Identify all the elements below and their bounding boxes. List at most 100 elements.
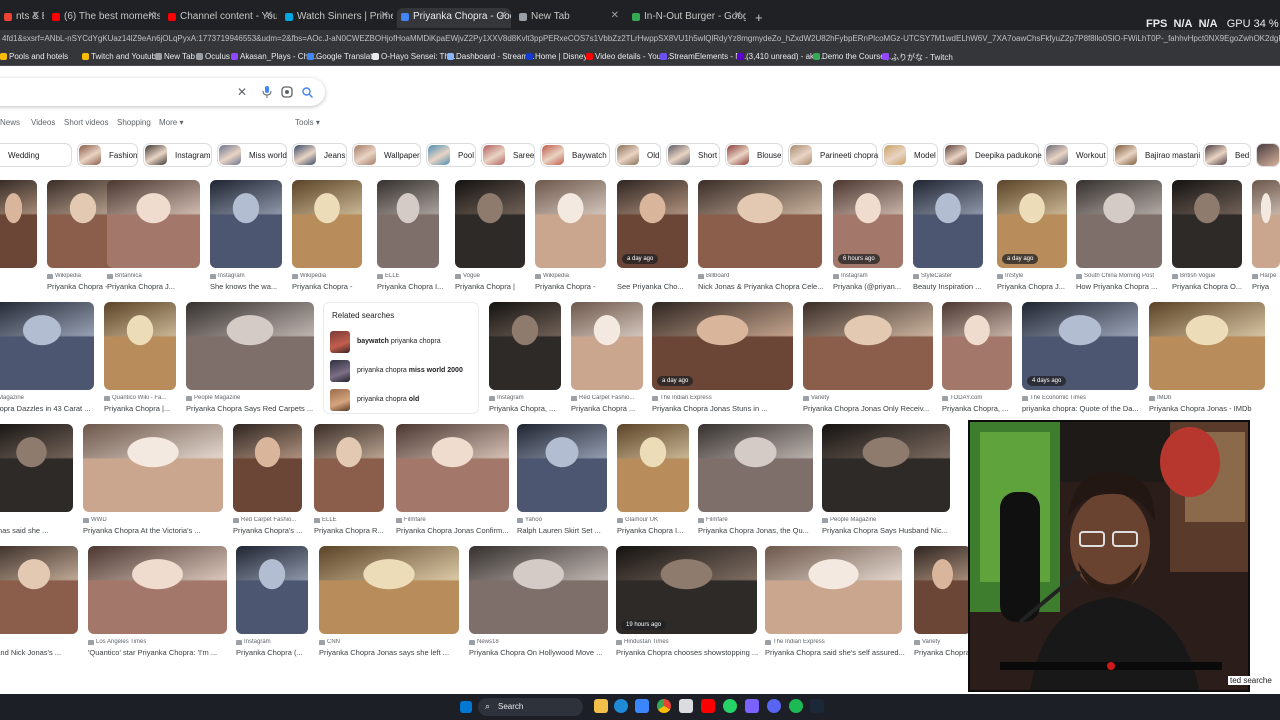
image-result[interactable]: Red Carpet Fashio... Priyanka Chopra ... xyxy=(571,302,643,413)
new-tab-button[interactable]: + xyxy=(755,10,763,25)
refinement-chip[interactable]: Baywatch xyxy=(540,143,610,167)
result-thumbnail[interactable] xyxy=(517,424,607,512)
result-source[interactable]: CNN xyxy=(319,639,459,645)
edge-icon[interactable] xyxy=(614,699,628,713)
result-source[interactable]: Variety xyxy=(914,639,971,645)
image-result[interactable]: Harpe Priya xyxy=(1252,180,1280,291)
result-thumbnail[interactable] xyxy=(1149,302,1265,390)
result-title[interactable]: How Priyanka Chopra ... xyxy=(1076,282,1168,291)
close-tab-icon[interactable]: ✕ xyxy=(381,10,389,21)
search-icon[interactable] xyxy=(299,84,315,100)
refinement-chip[interactable]: Bajirao mastani xyxy=(1113,143,1200,167)
result-source[interactable]: Glamour UK xyxy=(617,517,689,523)
close-tab-icon[interactable]: ✕ xyxy=(611,10,619,21)
result-source[interactable]: IMDb xyxy=(1149,395,1265,401)
image-result[interactable]: Billboard Nick Jonas & Priyanka Chopra Ce… xyxy=(698,180,823,291)
store-icon[interactable] xyxy=(635,699,649,713)
result-title[interactable]: Priyanka Chopra - xyxy=(292,282,368,291)
refinement-chip[interactable]: Bed xyxy=(1203,143,1251,167)
image-result[interactable]: Los Angeles Times 'Quantico' star Priyank… xyxy=(88,546,227,657)
image-result[interactable]: Jonas said she ... xyxy=(0,424,73,535)
result-source[interactable]: People Magazine xyxy=(822,517,950,523)
result-thumbnail[interactable] xyxy=(88,546,227,634)
windows-start-icon[interactable] xyxy=(460,701,472,713)
bookmark-item[interactable]: StreamElements - M... xyxy=(660,52,749,61)
result-title[interactable]: Priyanka (@priyan... xyxy=(833,282,909,291)
search-filter-tab[interactable]: Shopping xyxy=(117,118,151,127)
related-search-item[interactable]: priyanka chopra old xyxy=(330,389,474,411)
address-bar[interactable]: 4fd1&sxsrf=ANbL-nSYCdYgKUaz14lZ9eAn6jOLq… xyxy=(0,30,1280,48)
result-title[interactable]: Priyanka Chopra I... xyxy=(617,526,695,535)
result-source[interactable]: Magazine xyxy=(0,395,94,401)
result-thumbnail[interactable] xyxy=(0,546,78,634)
refinement-chip[interactable]: Deepika padukone xyxy=(943,143,1042,167)
image-result[interactable]: a day ago InStyle Priyanka Chopra J... xyxy=(997,180,1067,291)
result-source[interactable]: Instagram xyxy=(236,639,308,645)
result-title[interactable]: She knows the wa... xyxy=(210,282,288,291)
app-green-icon[interactable] xyxy=(723,699,737,713)
browser-tab[interactable]: (6) The best moments from the✕ xyxy=(48,8,160,28)
image-result[interactable]: Yahoo Ralph Lauren Skirt Set ... xyxy=(517,424,607,535)
result-thumbnail[interactable] xyxy=(233,424,302,512)
image-result[interactable]: People Magazine Priyanka Chopra Says Husb… xyxy=(822,424,950,535)
close-tab-icon[interactable]: ✕ xyxy=(148,10,156,21)
image-result[interactable] xyxy=(0,180,37,290)
result-source[interactable]: Yahoo xyxy=(517,517,607,523)
result-source[interactable]: Harpe xyxy=(1252,273,1280,279)
result-title[interactable]: Priyanka Chopra On Hollywood Move ... xyxy=(469,648,614,657)
result-title[interactable]: priyanka chopra: Quote of the Da... xyxy=(1022,404,1144,413)
refinement-chip[interactable]: Instagram xyxy=(143,143,212,167)
browser-tab[interactable]: New Tab ✕ xyxy=(515,8,623,28)
chrome-icon[interactable] xyxy=(657,699,671,713)
result-source[interactable]: Quantico Wiki - Fa... xyxy=(104,395,176,401)
result-thumbnail[interactable] xyxy=(698,180,822,268)
result-title[interactable]: Priyanka Chopra's ... xyxy=(233,526,308,535)
result-title[interactable]: Priyanka Chopra chooses showstopping ... xyxy=(616,648,763,657)
result-thumbnail[interactable] xyxy=(0,424,73,512)
result-source[interactable]: Red Carpet Fashio... xyxy=(571,395,643,401)
refinement-chip[interactable]: Pool xyxy=(426,143,476,167)
result-thumbnail[interactable]: 4 days ago xyxy=(1022,302,1138,390)
result-thumbnail[interactable] xyxy=(377,180,439,268)
browser-tab[interactable]: Channel content - YouTube Stu✕ xyxy=(164,8,277,28)
bookmark-item[interactable]: New Tab xyxy=(155,52,195,61)
result-title[interactable]: Beauty Inspiration ... xyxy=(913,282,989,291)
result-source[interactable]: Los Angeles Times xyxy=(88,639,227,645)
image-result[interactable]: Wikipedia Priyanka Chopra - xyxy=(535,180,606,291)
result-title[interactable]: Priya xyxy=(1252,282,1280,291)
result-title[interactable]: Nick Jonas & Priyanka Chopra Cele... xyxy=(698,282,828,291)
result-source[interactable]: Filmfare xyxy=(396,517,509,523)
result-source[interactable]: Instagram xyxy=(489,395,561,401)
close-icon[interactable]: ✕ xyxy=(234,84,250,100)
lens-icon[interactable] xyxy=(279,84,295,100)
result-source[interactable]: WWD xyxy=(83,517,223,523)
tools-button[interactable]: Tools ▾ xyxy=(295,118,320,127)
result-thumbnail[interactable] xyxy=(236,546,308,634)
image-result[interactable]: Wikipedia Priyanka Chopra - xyxy=(292,180,362,291)
image-result[interactable]: Magazine Chopra Dazzles in 43 Carat ... xyxy=(0,302,94,413)
steam-icon[interactable] xyxy=(810,699,824,713)
result-title[interactable]: Priyanka Chopra |... xyxy=(104,404,182,413)
image-result[interactable]: ELLE Priyanka Chopra R... xyxy=(314,424,384,535)
result-thumbnail[interactable]: 19 hours ago xyxy=(616,546,757,634)
youtube-icon[interactable] xyxy=(701,699,715,713)
close-tab-icon[interactable]: ✕ xyxy=(32,10,40,21)
result-thumbnail[interactable] xyxy=(0,180,37,268)
result-thumbnail[interactable] xyxy=(617,424,689,512)
image-result[interactable]: CNN Priyanka Chopra Jonas says she left .… xyxy=(319,546,459,657)
result-thumbnail[interactable] xyxy=(1252,180,1280,268)
result-thumbnail[interactable] xyxy=(319,546,459,634)
result-title[interactable]: Priyanka Chopra I... xyxy=(377,282,445,291)
file-explorer-icon[interactable] xyxy=(594,699,608,713)
result-source[interactable]: Wikipedia xyxy=(535,273,606,279)
result-source[interactable]: Variety xyxy=(803,395,933,401)
result-title[interactable]: Chopra Dazzles in 43 Carat ... xyxy=(0,404,100,413)
result-thumbnail[interactable] xyxy=(469,546,608,634)
image-result[interactable]: TODAY.com Priyanka Chopra, ... xyxy=(942,302,1012,413)
image-result[interactable]: a day ago The Indian Express Priyanka Chop… xyxy=(652,302,793,413)
result-thumbnail[interactable] xyxy=(942,302,1012,390)
result-thumbnail[interactable] xyxy=(83,424,223,512)
result-source[interactable]: InStyle xyxy=(997,273,1067,279)
image-result[interactable]: Variety Priyanka Chopra Jonas Only Receiv… xyxy=(803,302,933,413)
image-result[interactable]: 4 days ago The Economic Times priyanka cho… xyxy=(1022,302,1139,413)
